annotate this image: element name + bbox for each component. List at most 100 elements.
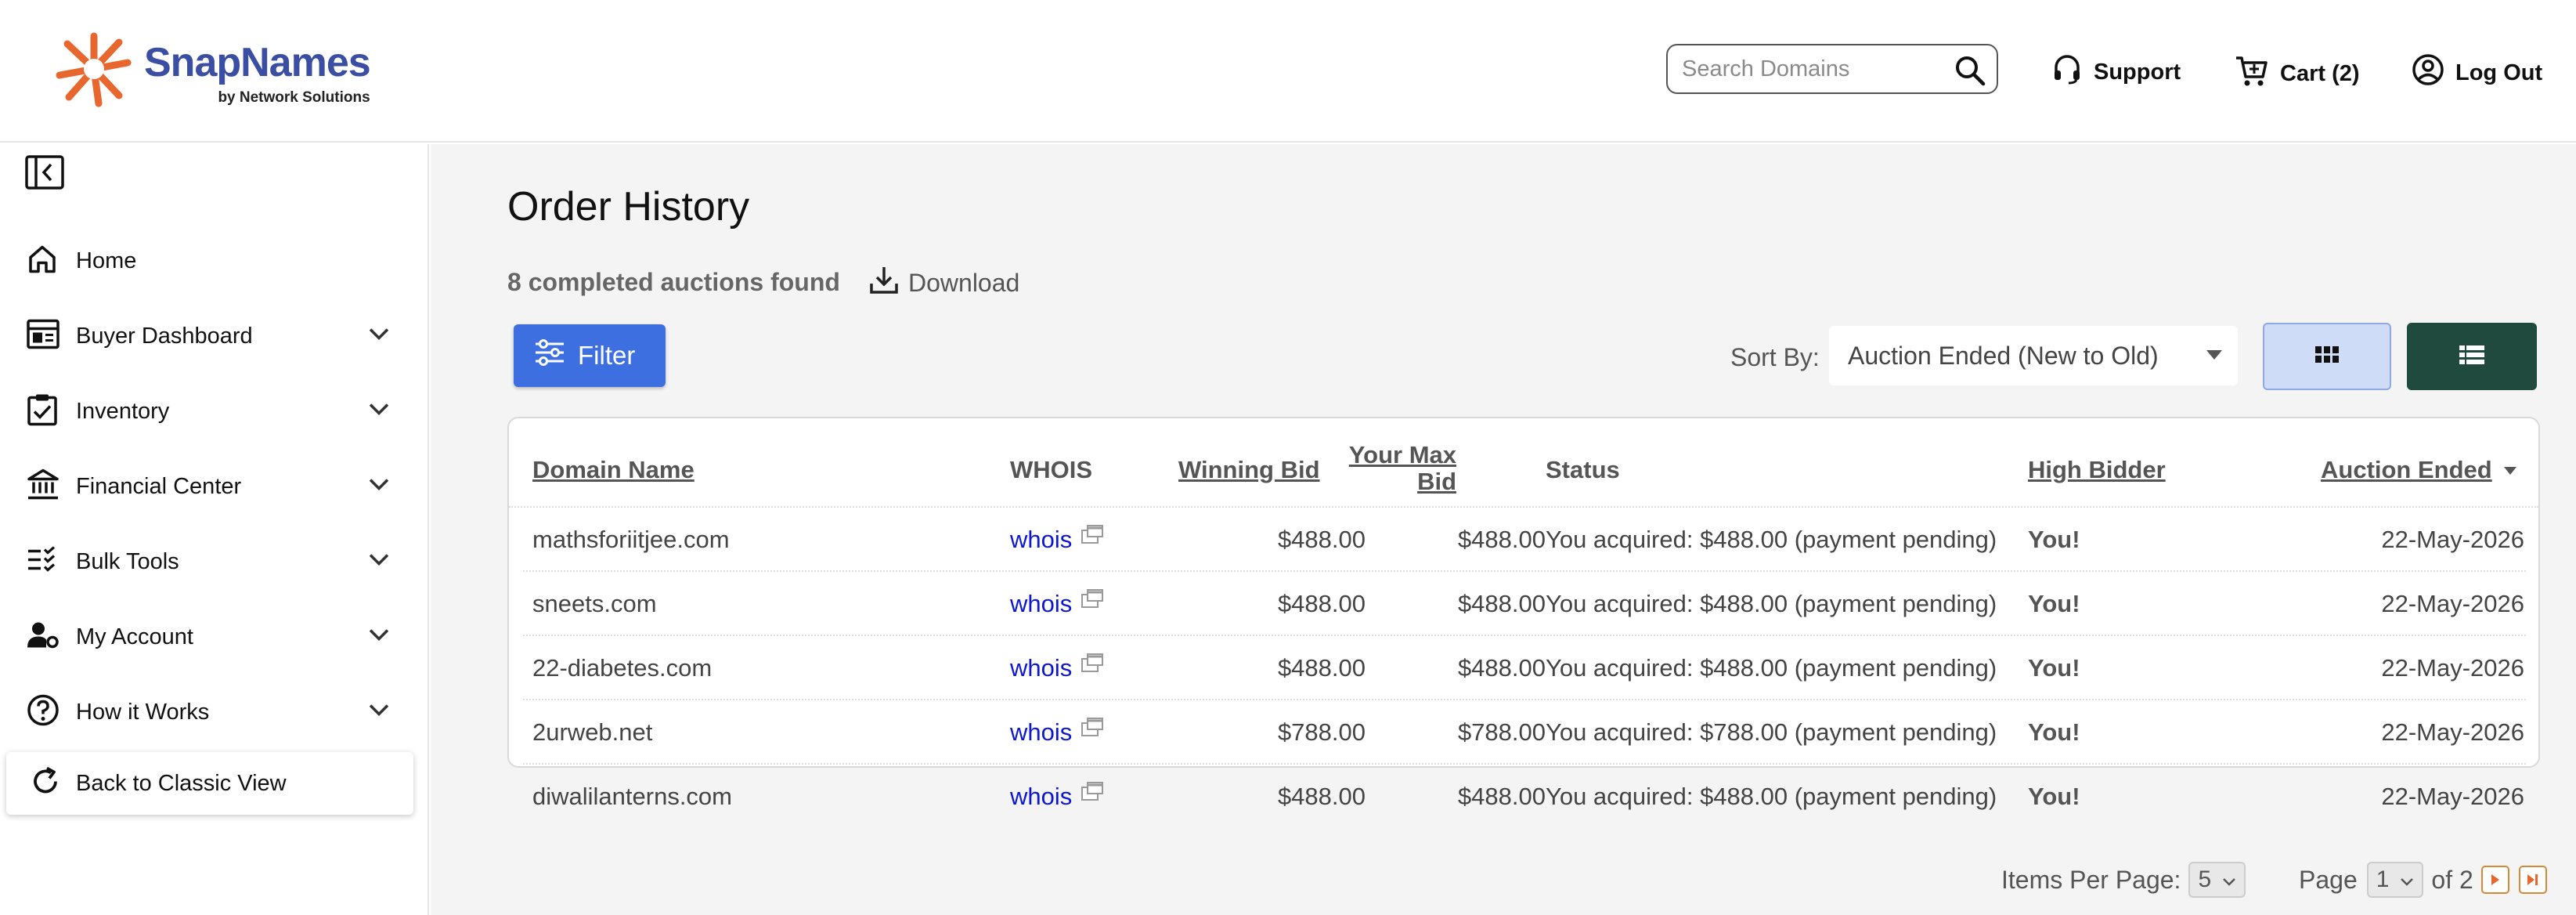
column-header-whois: WHOIS xyxy=(1010,456,1093,483)
filter-button[interactable]: Filter xyxy=(514,324,666,387)
search-input[interactable] xyxy=(1682,56,1948,82)
new-window-icon[interactable] xyxy=(1081,636,1104,700)
domain-name-cell: 22-diabetes.com xyxy=(532,654,713,682)
sidebar-item-label: My Account xyxy=(76,624,193,649)
whois-link[interactable]: whois xyxy=(1010,572,1072,636)
sort-desc-icon[interactable] xyxy=(2504,467,2516,475)
whois-link[interactable]: whois xyxy=(1010,508,1072,572)
cart-link[interactable]: Cart (2) xyxy=(2235,53,2360,94)
new-window-icon[interactable] xyxy=(1081,508,1104,572)
sidebar-item-home[interactable]: Home xyxy=(0,233,429,288)
auction-ended-cell: 22-May-2026 xyxy=(2381,526,2524,553)
column-header-domain-name[interactable]: Domain Name xyxy=(532,456,695,484)
winning-bid-cell: $488.00 xyxy=(1277,590,1366,617)
cart-icon xyxy=(2235,53,2280,94)
grid-icon xyxy=(2315,345,2339,367)
chevron-down-icon xyxy=(368,553,390,571)
new-window-icon[interactable] xyxy=(1081,765,1104,829)
sidebar-item-buyer-dashboard[interactable]: Buyer Dashboard xyxy=(0,309,429,363)
support-label: Support xyxy=(2094,59,2181,85)
sidebar-item-financial-center[interactable]: Financial Center xyxy=(0,459,429,514)
brand-name: SnapNames xyxy=(144,40,371,85)
sidebar-item-label: Inventory xyxy=(76,398,170,424)
new-window-icon[interactable] xyxy=(1081,700,1104,765)
high-bidder-cell: You! xyxy=(2028,654,2080,682)
status-cell: You acquired: $488.00 (payment pending) xyxy=(1546,526,1997,553)
column-header-high-bidder[interactable]: High Bidder xyxy=(2028,456,2166,484)
caret-down-icon xyxy=(2206,350,2222,360)
refresh-icon xyxy=(30,766,61,801)
download-icon xyxy=(869,265,908,301)
items-per-page-value: 5 xyxy=(2198,866,2212,892)
list-view-button[interactable] xyxy=(2407,323,2537,390)
table-header-row: Domain Name WHOIS Winning Bid Your Max B… xyxy=(509,418,2538,508)
main-content: Order History 8 completed auctions found… xyxy=(431,144,2576,915)
last-page-button[interactable] xyxy=(2518,866,2547,894)
column-header-your-max-bid-line1: Your Max xyxy=(1348,441,1456,468)
items-per-page-select[interactable]: 5 xyxy=(2188,862,2246,898)
column-header-your-max-bid-line2: Bid xyxy=(1417,468,1456,495)
home-icon xyxy=(27,244,58,279)
clipboard-icon xyxy=(27,393,58,430)
logout-link[interactable]: Log Out xyxy=(2412,53,2542,92)
column-header-auction-ended[interactable]: Auction Ended xyxy=(2321,456,2492,484)
sidebar-item-inventory[interactable]: Inventory xyxy=(0,384,429,439)
table-row: mathsforiitjee.com whois $488.00 $488.00 You… xyxy=(523,508,2526,572)
list-icon xyxy=(2459,345,2484,368)
whois-link[interactable]: whois xyxy=(1010,700,1072,765)
sidebar-item-my-account[interactable]: My Account xyxy=(0,609,429,664)
page-navigation: Page 1 of 2 xyxy=(2299,862,2547,898)
column-header-your-max-bid[interactable]: Your Max Bid xyxy=(1308,442,1456,495)
items-per-page-label: Items Per Page: xyxy=(2001,865,2181,894)
page-label: Page xyxy=(2299,865,2358,894)
sidebar-item-bulk-tools[interactable]: Bulk Tools xyxy=(0,534,429,589)
new-window-icon[interactable] xyxy=(1081,572,1104,636)
column-header-winning-bid[interactable]: Winning Bid xyxy=(1178,456,1320,484)
headset-icon xyxy=(2051,53,2094,91)
domain-name-cell: diwalilanterns.com xyxy=(532,783,732,810)
winning-bid-cell: $488.00 xyxy=(1277,783,1366,810)
sort-by-value: Auction Ended (New to Old) xyxy=(1848,341,2159,370)
table-row: sneets.com whois $488.00 $488.00 You acquire… xyxy=(523,572,2526,636)
high-bidder-cell: You! xyxy=(2028,783,2080,810)
winning-bid-cell: $488.00 xyxy=(1277,654,1366,682)
page-value: 1 xyxy=(2376,866,2390,892)
page-select[interactable]: 1 xyxy=(2366,862,2424,898)
winning-bid-cell: $488.00 xyxy=(1277,526,1366,553)
next-page-button[interactable] xyxy=(2480,866,2509,894)
sort-by-select[interactable]: Auction Ended (New to Old) xyxy=(1829,326,2238,385)
max-bid-cell: $488.00 xyxy=(1457,654,1546,682)
auction-ended-cell: 22-May-2026 xyxy=(2381,654,2524,682)
high-bidder-cell: You! xyxy=(2028,590,2080,617)
download-label: Download xyxy=(908,268,1020,297)
chevron-down-icon xyxy=(368,478,390,496)
chevron-down-icon xyxy=(368,327,390,345)
domain-name-cell: 2urweb.net xyxy=(532,718,653,746)
winning-bid-cell: $788.00 xyxy=(1277,718,1366,746)
sidebar-item-how-it-works[interactable]: How it Works xyxy=(0,685,429,740)
support-link[interactable]: Support xyxy=(2051,53,2181,91)
chevron-down-icon xyxy=(368,403,390,421)
status-cell: You acquired: $788.00 (payment pending) xyxy=(1546,718,1997,746)
grid-view-button[interactable] xyxy=(2263,323,2391,390)
snapnames-logo[interactable]: SnapNames by Network Solutions xyxy=(53,28,371,110)
top-header: SnapNames by Network Solutions Support C… xyxy=(0,0,2576,143)
sidebar: Home Buyer Dashboard Inventory Financial… xyxy=(0,144,429,915)
back-to-classic-view-button[interactable]: Back to Classic View xyxy=(6,752,413,815)
column-header-status: Status xyxy=(1546,456,1620,483)
whois-link[interactable]: whois xyxy=(1010,765,1072,829)
download-button[interactable]: Download xyxy=(869,265,1019,301)
auction-ended-cell: 22-May-2026 xyxy=(2381,718,2524,746)
max-bid-cell: $788.00 xyxy=(1457,718,1546,746)
whois-link[interactable]: whois xyxy=(1010,636,1072,700)
table-row: 22-diabetes.com whois $488.00 $488.00 You ac… xyxy=(523,636,2526,700)
max-bid-cell: $488.00 xyxy=(1457,590,1546,617)
chevron-down-icon xyxy=(2400,866,2414,893)
status-cell: You acquired: $488.00 (payment pending) xyxy=(1546,590,1997,617)
account-circle-icon xyxy=(2412,53,2455,92)
collapse-sidebar-icon[interactable] xyxy=(25,155,64,193)
search-icon[interactable] xyxy=(1954,55,1986,90)
sidebar-item-label: Buyer Dashboard xyxy=(76,323,253,349)
order-history-table: Domain Name WHOIS Winning Bid Your Max B… xyxy=(507,417,2540,810)
sidebar-item-label: Home xyxy=(76,248,137,273)
